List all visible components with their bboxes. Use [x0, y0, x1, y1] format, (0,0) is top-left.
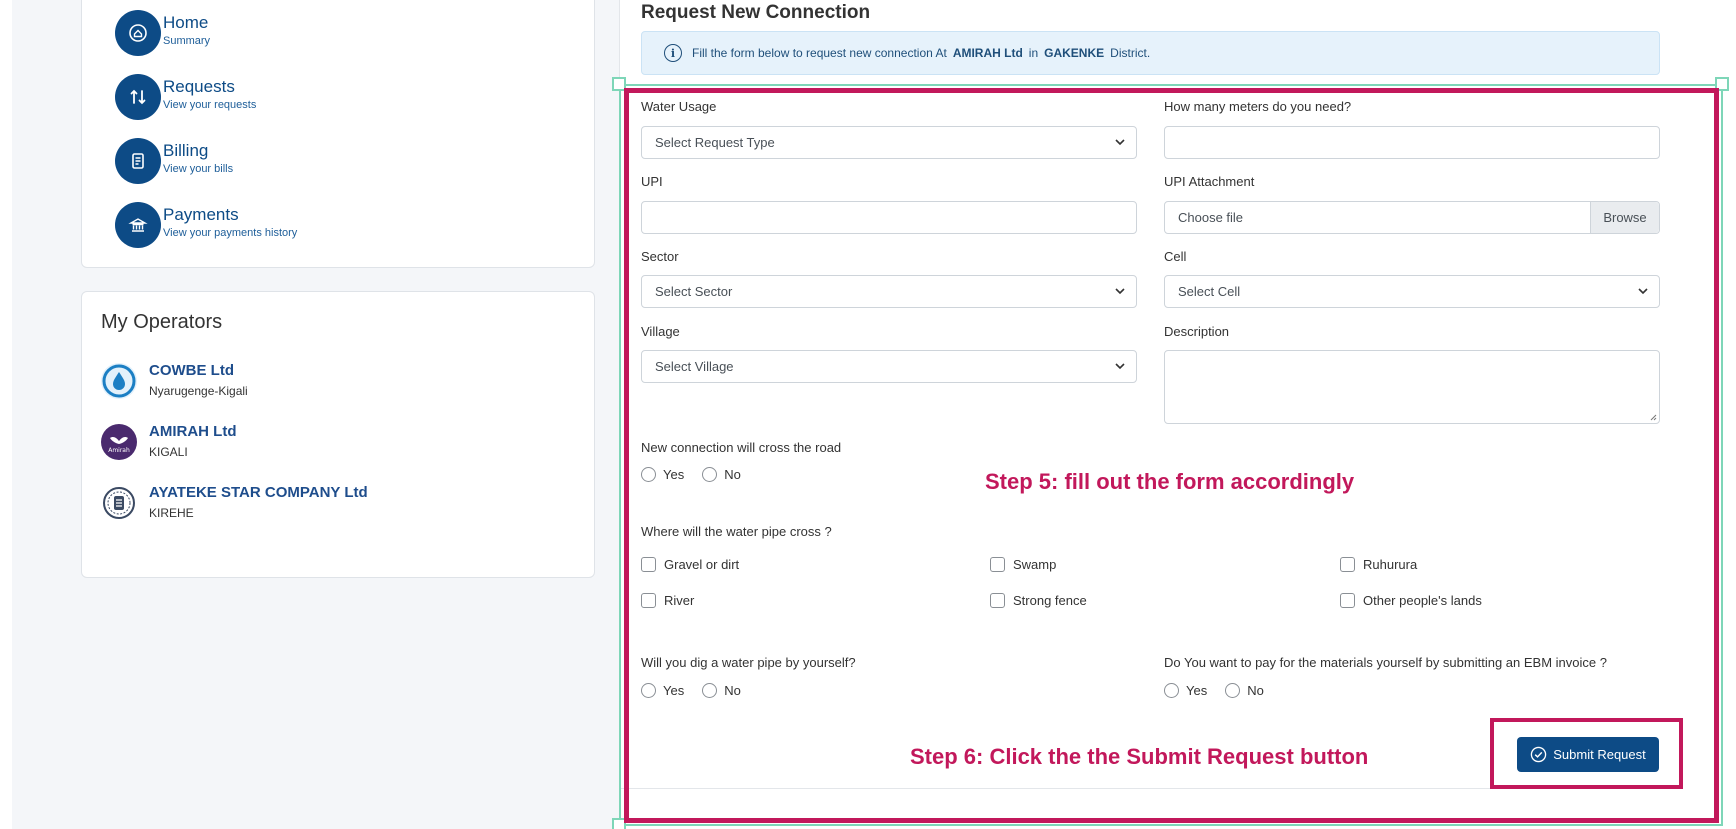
submit-highlight-frame [1490, 718, 1683, 789]
operators-title: My Operators [101, 311, 223, 333]
nav-subtitle: View your requests [163, 99, 257, 111]
operator-item[interactable]: AYATEKE STAR COMPANY Ltd KIREHE [101, 483, 368, 522]
info-district: GAKENKE [1044, 46, 1105, 60]
operator-name: AYATEKE STAR COMPANY Ltd [149, 484, 368, 501]
bank-icon [115, 202, 161, 248]
operators-card: My Operators COWBE Ltd Nyarugenge-Kigali… [81, 291, 595, 578]
operator-location: Nyarugenge-Kigali [149, 384, 248, 398]
sidebar-item-billing[interactable]: Billing View your bills [115, 138, 233, 184]
step6-annotation: Step 6: Click the the Submit Request but… [910, 744, 1369, 769]
sidebar-item-requests[interactable]: Requests View your requests [115, 74, 256, 120]
info-operator: AMIRAH Ltd [952, 46, 1023, 60]
nav-subtitle: Summary [163, 35, 211, 47]
home-icon [115, 10, 161, 56]
nav-title: Billing [163, 141, 209, 160]
operator-item[interactable]: Amirah AMIRAH Ltd KIGALI [101, 422, 236, 461]
water-drop-logo [101, 363, 137, 399]
nav-subtitle: View your payments history [163, 227, 298, 239]
info-prefix: Fill the form below to request new conne… [692, 46, 947, 60]
highlight-frame [624, 88, 1719, 823]
sidebar-item-payments[interactable]: Payments View your payments history [115, 202, 297, 248]
receipt-icon [115, 138, 161, 184]
nav-subtitle: View your bills [163, 163, 234, 175]
ayateke-seal-logo [101, 485, 137, 521]
info-icon: i [664, 44, 682, 62]
operator-name: COWBE Ltd [149, 362, 234, 379]
nav-title: Payments [163, 205, 239, 224]
operator-location: KIGALI [149, 445, 188, 459]
nav-title: Requests [163, 77, 235, 96]
nav-title: Home [163, 13, 209, 32]
amirah-logo: Amirah [101, 424, 137, 460]
operator-location: KIREHE [149, 506, 194, 520]
page-title: Request New Connection [641, 2, 871, 23]
operator-name: AMIRAH Ltd [149, 423, 237, 440]
operator-item[interactable]: COWBE Ltd Nyarugenge-Kigali [101, 361, 248, 400]
sidebar-item-home[interactable]: Home Summary [115, 10, 210, 56]
sidebar-nav-card: Home Summary Requests View your requests… [81, 0, 595, 268]
info-mid: in [1028, 46, 1039, 60]
requests-icon [115, 74, 161, 120]
left-gutter [0, 0, 12, 829]
info-alert: i Fill the form below to request new con… [641, 31, 1660, 75]
step5-annotation: Step 5: fill out the form accordingly [985, 469, 1355, 494]
info-suffix: District. [1110, 46, 1151, 60]
amirah-logo-text: Amirah [108, 447, 130, 454]
